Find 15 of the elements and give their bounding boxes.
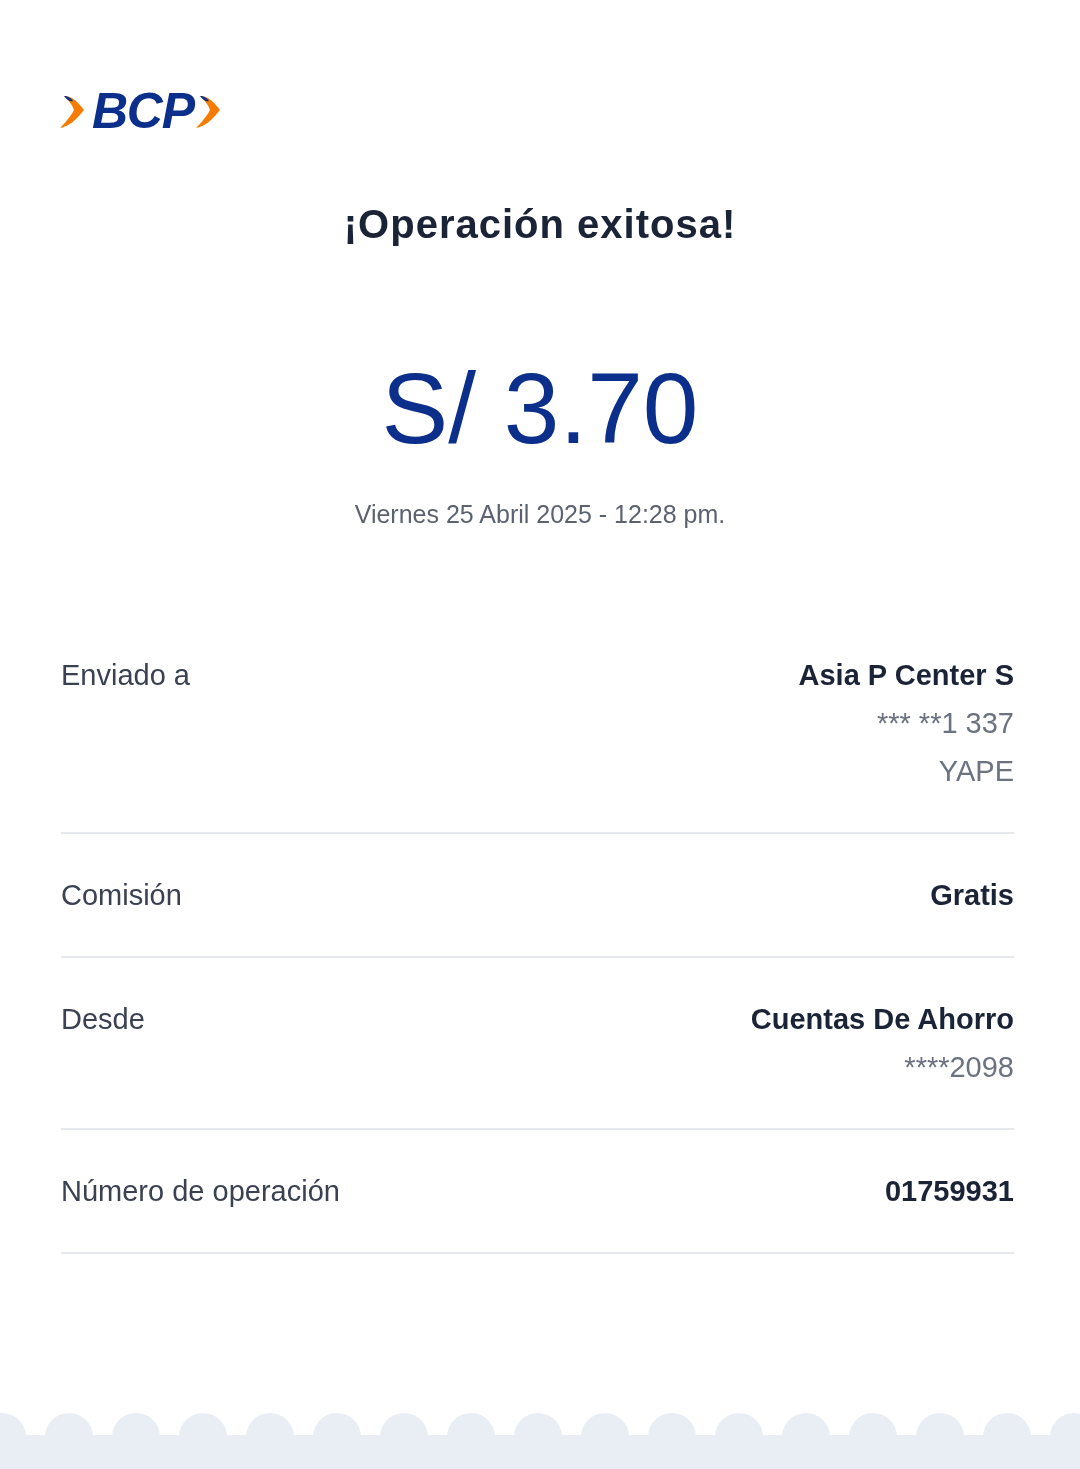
date-time: Viernes 25 Abril 2025 - 12:28 pm. — [354, 499, 726, 530]
detail-label: Enviado a — [61, 658, 190, 693]
detail-label: Comisión — [61, 878, 182, 913]
amount-value: S/ 3.70 — [381, 358, 699, 458]
detail-value: Gratis — [930, 878, 1014, 913]
logo-text: BCP — [92, 86, 194, 136]
detail-label: Desde — [61, 1002, 145, 1037]
detail-value: 01759931 — [884, 1174, 1014, 1209]
detail-value: Cuentas De Ahorro — [750, 1002, 1014, 1037]
success-title: ¡Operación exitosa! — [343, 201, 737, 248]
detail-label: Número de operación — [61, 1174, 340, 1209]
detail-value: YAPE — [938, 754, 1014, 789]
detail-value: *** **1 337 — [876, 706, 1014, 741]
detail-value: ****2098 — [904, 1050, 1014, 1085]
detail-value: Asia P Center S — [798, 658, 1014, 693]
